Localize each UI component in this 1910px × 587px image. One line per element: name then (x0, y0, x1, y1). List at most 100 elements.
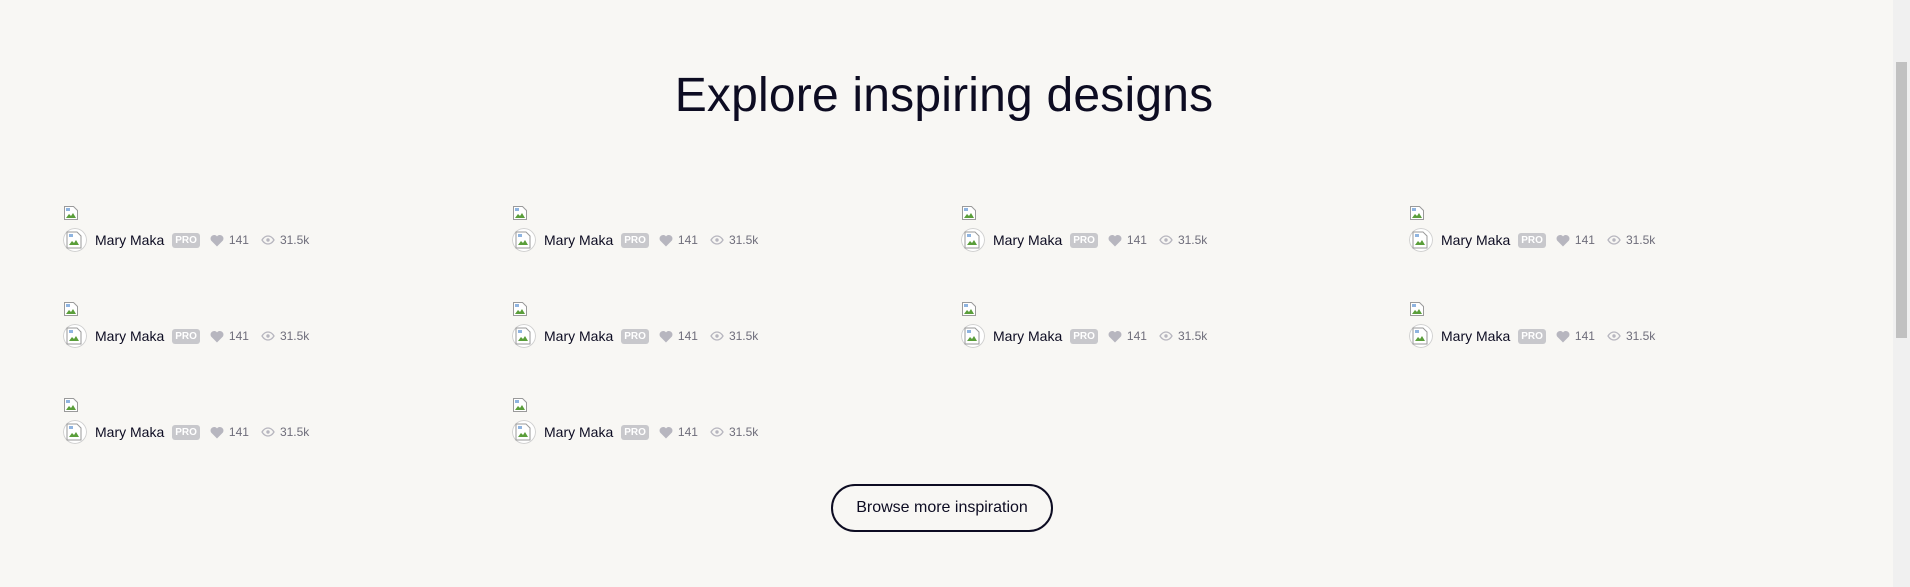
likes-count: 141 (228, 233, 249, 247)
likes-count: 141 (228, 329, 249, 343)
avatar[interactable] (63, 228, 87, 252)
likes-count: 141 (1126, 329, 1147, 343)
views-stat: 31.5k (261, 329, 309, 343)
views-count: 31.5k (1625, 329, 1656, 343)
likes-stat[interactable]: 141 (659, 329, 698, 343)
broken-image-icon[interactable] (63, 301, 79, 317)
author-name[interactable]: Mary Maka (1441, 328, 1510, 344)
pro-badge: PRO (172, 232, 200, 248)
avatar[interactable] (1409, 228, 1433, 252)
shot-card[interactable]: Mary Maka PRO 141 31.5k (1409, 301, 1669, 349)
likes-stat[interactable]: 141 (210, 329, 249, 343)
likes-stat[interactable]: 141 (210, 233, 249, 247)
pro-badge: PRO (1518, 232, 1546, 248)
heart-icon (210, 234, 224, 246)
heart-icon (210, 330, 224, 342)
heart-icon (659, 426, 673, 438)
pro-badge: PRO (172, 328, 200, 344)
avatar[interactable] (512, 228, 536, 252)
author-name[interactable]: Mary Maka (993, 328, 1062, 344)
broken-image-icon[interactable] (961, 205, 977, 221)
likes-count: 141 (677, 329, 698, 343)
shot-meta: Mary Maka PRO 141 31.5k (63, 227, 321, 253)
views-stat: 31.5k (261, 425, 309, 439)
author-name[interactable]: Mary Maka (544, 232, 613, 248)
scrollbar-thumb[interactable] (1896, 62, 1907, 338)
pro-badge: PRO (1070, 232, 1098, 248)
shot-card[interactable]: Mary Maka PRO 141 31.5k (63, 205, 323, 253)
shot-card[interactable]: Mary Maka PRO 141 31.5k (961, 301, 1221, 349)
pro-badge: PRO (172, 424, 200, 440)
shot-meta: Mary Maka PRO 141 31.5k (1409, 227, 1667, 253)
browse-more-button[interactable]: Browse more inspiration (831, 484, 1053, 532)
broken-image-icon[interactable] (63, 397, 79, 413)
author-name[interactable]: Mary Maka (993, 232, 1062, 248)
author-name[interactable]: Mary Maka (95, 232, 164, 248)
author-name[interactable]: Mary Maka (544, 424, 613, 440)
likes-count: 141 (1574, 329, 1595, 343)
pro-badge: PRO (621, 424, 649, 440)
likes-stat[interactable]: 141 (210, 425, 249, 439)
views-stat: 31.5k (1607, 329, 1655, 343)
views-count: 31.5k (728, 329, 759, 343)
eye-icon (1159, 331, 1173, 341)
shot-meta: Mary Maka PRO 141 31.5k (1409, 323, 1667, 349)
avatar[interactable] (961, 228, 985, 252)
broken-image-icon[interactable] (63, 205, 79, 221)
avatar[interactable] (961, 324, 985, 348)
views-count: 31.5k (279, 425, 310, 439)
broken-image-icon[interactable] (512, 205, 528, 221)
shot-card[interactable]: Mary Maka PRO 141 31.5k (63, 397, 323, 445)
shot-card[interactable]: Mary Maka PRO 141 31.5k (63, 301, 323, 349)
eye-icon (1607, 235, 1621, 245)
views-count: 31.5k (1177, 233, 1208, 247)
shot-meta: Mary Maka PRO 141 31.5k (512, 227, 770, 253)
heart-icon (659, 234, 673, 246)
shot-card[interactable]: Mary Maka PRO 141 31.5k (512, 397, 772, 445)
likes-count: 141 (228, 425, 249, 439)
heart-icon (1108, 330, 1122, 342)
broken-image-icon[interactable] (961, 301, 977, 317)
shot-card[interactable]: Mary Maka PRO 141 31.5k (961, 205, 1221, 253)
broken-image-icon[interactable] (512, 397, 528, 413)
avatar[interactable] (512, 420, 536, 444)
views-stat: 31.5k (1159, 233, 1207, 247)
likes-stat[interactable]: 141 (1108, 233, 1147, 247)
heart-icon (1556, 234, 1570, 246)
avatar[interactable] (512, 324, 536, 348)
shot-meta: Mary Maka PRO 141 31.5k (961, 227, 1219, 253)
broken-image-icon[interactable] (1409, 205, 1425, 221)
likes-stat[interactable]: 141 (1108, 329, 1147, 343)
likes-count: 141 (1574, 233, 1595, 247)
shot-meta: Mary Maka PRO 141 31.5k (63, 419, 321, 445)
broken-image-icon[interactable] (1409, 301, 1425, 317)
eye-icon (710, 427, 724, 437)
likes-count: 141 (677, 233, 698, 247)
author-name[interactable]: Mary Maka (95, 424, 164, 440)
views-stat: 31.5k (261, 233, 309, 247)
shot-meta: Mary Maka PRO 141 31.5k (512, 419, 770, 445)
views-stat: 31.5k (710, 233, 758, 247)
shot-card[interactable]: Mary Maka PRO 141 31.5k (512, 205, 772, 253)
pro-badge: PRO (1518, 328, 1546, 344)
broken-image-icon[interactable] (512, 301, 528, 317)
likes-stat[interactable]: 141 (1556, 233, 1595, 247)
shot-meta: Mary Maka PRO 141 31.5k (512, 323, 770, 349)
likes-count: 141 (1126, 233, 1147, 247)
likes-stat[interactable]: 141 (1556, 329, 1595, 343)
author-name[interactable]: Mary Maka (1441, 232, 1510, 248)
author-name[interactable]: Mary Maka (544, 328, 613, 344)
shot-card[interactable]: Mary Maka PRO 141 31.5k (1409, 205, 1669, 253)
pro-badge: PRO (1070, 328, 1098, 344)
likes-stat[interactable]: 141 (659, 233, 698, 247)
vertical-scrollbar[interactable] (1893, 0, 1910, 587)
pro-badge: PRO (621, 232, 649, 248)
author-name[interactable]: Mary Maka (95, 328, 164, 344)
heart-icon (210, 426, 224, 438)
likes-stat[interactable]: 141 (659, 425, 698, 439)
avatar[interactable] (63, 324, 87, 348)
shot-card[interactable]: Mary Maka PRO 141 31.5k (512, 301, 772, 349)
avatar[interactable] (1409, 324, 1433, 348)
avatar[interactable] (63, 420, 87, 444)
views-count: 31.5k (1177, 329, 1208, 343)
